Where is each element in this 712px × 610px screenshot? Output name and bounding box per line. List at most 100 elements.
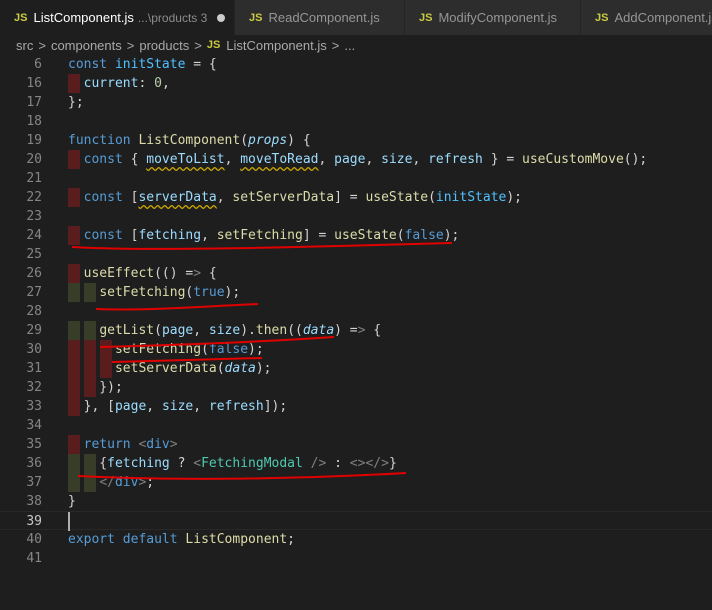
code-line[interactable]: 19 function ListComponent(props) { — [0, 131, 712, 150]
tab-read-component[interactable]: JS ReadComponent.js — [235, 0, 405, 35]
js-file-icon: JS — [249, 11, 263, 24]
line-number: 25 — [26, 247, 42, 262]
line-number: 30 — [26, 342, 42, 357]
tab-label: AddComponent.js — [614, 10, 712, 25]
line-number: 37 — [26, 475, 42, 490]
code-line[interactable]: 39 — [0, 511, 712, 531]
code-line[interactable]: 32 }); — [0, 378, 712, 397]
code-editor[interactable]: 6 const initState = {16 current: 0, 17}; 18… — [0, 55, 712, 610]
line-number: 26 — [26, 266, 42, 281]
tab-add-component[interactable]: JS AddComponent.js — [581, 0, 712, 35]
code-text: {fetching ? <FetchingModal /> : <></>} — [68, 456, 397, 471]
code-text: export default ListComponent; — [68, 532, 295, 547]
code-text: }; — [68, 95, 84, 110]
breadcrumb-separator: > — [194, 37, 202, 53]
line-number: 31 — [26, 361, 42, 376]
line-number: 29 — [26, 323, 42, 338]
code-line[interactable]: 40 export default ListComponent; — [0, 530, 712, 549]
code-line[interactable]: 6 const initState = { — [0, 55, 712, 74]
code-line[interactable]: 34 — [0, 416, 712, 435]
code-text: useEffect(() => { — [83, 266, 217, 281]
code-line[interactable]: 38} — [0, 492, 712, 511]
tab-label: ModifyComponent.js — [438, 10, 557, 25]
line-number: 18 — [26, 114, 42, 129]
line-number: 21 — [26, 171, 42, 186]
code-line[interactable]: 36 {fetching ? <FetchingModal /> : <></>… — [0, 454, 712, 473]
tab-label: ReadComponent.js — [268, 10, 380, 25]
code-text: </div>; — [99, 475, 155, 490]
breadcrumb-item-components[interactable]: components — [51, 38, 122, 53]
line-number: 23 — [26, 209, 42, 224]
code-line[interactable]: 27 setFetching(true); — [0, 283, 712, 302]
line-number: 27 — [26, 285, 42, 300]
line-number: 36 — [26, 456, 42, 471]
js-file-icon: JS — [206, 39, 221, 51]
code-line[interactable]: 16 current: 0, — [0, 74, 712, 93]
unsaved-dot-icon[interactable] — [217, 13, 226, 22]
code-text: const [serverData, setServerData] = useS… — [83, 190, 523, 205]
code-text: setFetching(true); — [99, 285, 241, 300]
line-number: 24 — [26, 228, 42, 243]
breadcrumb-separator: > — [38, 37, 46, 53]
code-text: } — [68, 494, 76, 509]
code-text: function ListComponent(props) { — [68, 133, 311, 148]
code-line[interactable]: 31 setServerData(data); — [0, 359, 712, 378]
code-line[interactable]: 33 }, [page, size, refresh]); — [0, 397, 712, 416]
breadcrumb: src > components > products > JS ListCom… — [0, 35, 712, 55]
text-cursor — [68, 512, 70, 531]
code-text: const { moveToList, moveToRead, page, si… — [83, 152, 648, 167]
breadcrumb-separator: > — [126, 37, 135, 53]
code-line[interactable]: 20 const { moveToList, moveToRead, page,… — [0, 150, 712, 169]
breadcrumb-item-products[interactable]: products — [139, 38, 189, 53]
code-line[interactable]: 17}; — [0, 93, 712, 112]
code-line[interactable]: 29 getList(page, size).then((data) => { — [0, 321, 712, 340]
line-number: 28 — [26, 304, 42, 319]
code-text: }, [page, size, refresh]); — [68, 399, 288, 414]
code-line[interactable]: 25 — [0, 245, 712, 264]
line-number: 6 — [34, 57, 42, 72]
code-line[interactable]: 21 — [0, 169, 712, 188]
line-number: 40 — [26, 532, 42, 547]
line-number: 41 — [26, 551, 42, 566]
code-line[interactable]: 35 return <div> — [0, 435, 712, 454]
tab-modify-component[interactable]: JS ModifyComponent.js — [405, 0, 581, 35]
line-number: 17 — [26, 95, 42, 110]
breadcrumb-item-file[interactable]: ListComponent.js — [226, 38, 326, 53]
line-number: 39 — [26, 514, 42, 529]
line-number: 22 — [26, 190, 42, 205]
code-text: setServerData(data); — [114, 361, 272, 376]
code-text: const [fetching, setFetching] = useState… — [83, 228, 460, 243]
line-number: 33 — [26, 399, 42, 414]
code-line[interactable]: 41 — [0, 549, 712, 568]
code-text: const initState = { — [68, 57, 217, 72]
code-line[interactable]: 26 useEffect(() => { — [0, 264, 712, 283]
line-number: 16 — [26, 76, 42, 91]
editor-tab-bar: JS ListComponent.js ...\products 3 JS Re… — [0, 0, 712, 35]
code-line[interactable]: 23 — [0, 207, 712, 226]
code-line[interactable]: 37 </div>; — [0, 473, 712, 492]
code-line[interactable]: 30 setFetching(false); — [0, 340, 712, 359]
code-line[interactable]: 28 — [0, 302, 712, 321]
js-file-icon: JS — [14, 11, 28, 24]
line-number: 38 — [26, 494, 42, 509]
js-file-icon: JS — [419, 11, 433, 24]
code-line[interactable]: 22 const [serverData, setServerData] = u… — [0, 188, 712, 207]
code-text: return <div> — [83, 437, 178, 452]
js-file-icon: JS — [595, 11, 609, 24]
breadcrumb-item-src[interactable]: src — [16, 38, 33, 53]
line-number: 32 — [26, 380, 42, 395]
code-text: current: 0, — [83, 76, 170, 91]
tab-label: ListComponent.js — [33, 10, 134, 25]
code-text: getList(page, size).then((data) => { — [99, 323, 382, 338]
line-number: 19 — [26, 133, 42, 148]
tab-description: ...\products 3 — [137, 10, 208, 25]
line-number: 35 — [26, 437, 42, 452]
line-number: 34 — [26, 418, 42, 433]
breadcrumb-separator: > — [331, 37, 340, 53]
line-number: 20 — [26, 152, 42, 167]
code-line[interactable]: 18 — [0, 112, 712, 131]
breadcrumb-item-symbol[interactable]: ... — [344, 38, 355, 53]
tab-list-component[interactable]: JS ListComponent.js ...\products 3 — [0, 0, 235, 35]
code-text: setFetching(false); — [114, 342, 264, 357]
code-line[interactable]: 24 const [fetching, setFetching] = useSt… — [0, 226, 712, 245]
